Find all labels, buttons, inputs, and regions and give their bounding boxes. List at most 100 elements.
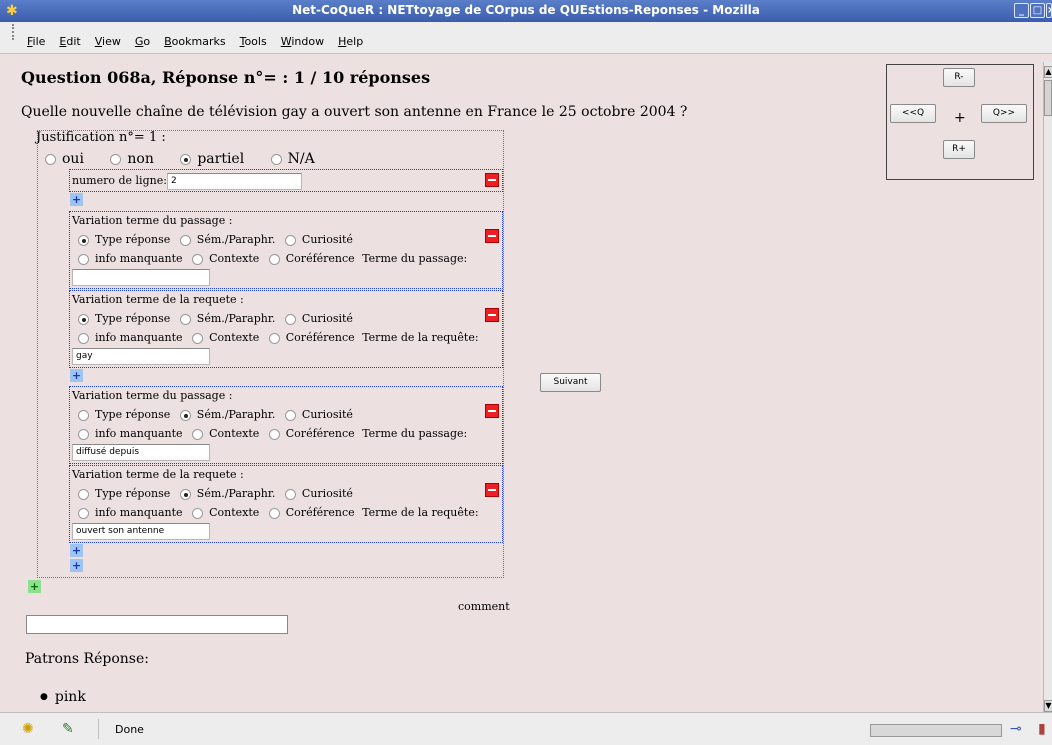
- add-variation-button[interactable]: +: [70, 369, 83, 382]
- radio-sem-paraphr[interactable]: [179, 409, 191, 421]
- menu-window[interactable]: Window: [281, 35, 324, 48]
- option-label: Curiosité: [301, 233, 353, 246]
- option-label: info manquante: [95, 506, 183, 519]
- option-label: Contexte: [209, 252, 260, 265]
- add-variation-button[interactable]: +: [70, 544, 83, 557]
- variation-header: Variation terme de la requete :: [72, 468, 244, 481]
- security-icon[interactable]: ▮: [1038, 721, 1046, 737]
- radio-curiosite[interactable]: [284, 234, 296, 246]
- radio-info-manquante[interactable]: [78, 332, 89, 344]
- radio-info-manquante[interactable]: [78, 253, 89, 265]
- radio-sem-paraphr[interactable]: [179, 313, 191, 325]
- radio-coreference[interactable]: [268, 428, 280, 440]
- option-label: info manquante: [95, 252, 183, 265]
- radio-sem-paraphr[interactable]: [179, 488, 191, 500]
- radio-contexte[interactable]: [192, 428, 204, 440]
- option-label: Coréférence: [285, 427, 355, 440]
- status-radio-group: oui non partiel N/A: [45, 151, 337, 167]
- radio-contexte[interactable]: [192, 253, 204, 265]
- radio-curiosite[interactable]: [284, 488, 296, 500]
- term-label: Terme de la requête:: [362, 331, 479, 344]
- radio-info-manquante[interactable]: [78, 507, 89, 519]
- menu-help[interactable]: Help: [338, 35, 363, 48]
- radio-sem-paraphr[interactable]: [179, 234, 191, 246]
- composer-icon[interactable]: ✎: [62, 721, 74, 737]
- radio-contexte[interactable]: [192, 332, 204, 344]
- radio-label-na: N/A: [287, 151, 315, 167]
- menu-bar: File Edit View Go Bookmarks Tools Window…: [0, 22, 1052, 54]
- remove-line-button[interactable]: [485, 173, 499, 187]
- option-label: Coréférence: [285, 506, 355, 519]
- toolbar-grip[interactable]: [12, 24, 16, 40]
- variation-options-row1: Type réponse Sém./Paraphr. Curiosité: [78, 233, 353, 246]
- option-label: Sém./Paraphr.: [196, 233, 276, 246]
- next-question-button[interactable]: Q>>: [981, 104, 1027, 123]
- close-button[interactable]: ×: [1046, 3, 1052, 18]
- prev-question-button[interactable]: <<Q: [890, 104, 936, 123]
- option-label: Sém./Paraphr.: [196, 312, 276, 325]
- online-icon[interactable]: ⊸: [1010, 721, 1022, 737]
- scroll-up-arrow[interactable]: ▲: [1044, 66, 1052, 78]
- radio-curiosite[interactable]: [284, 409, 296, 421]
- line-number-box: numero de ligne: 2: [69, 169, 503, 192]
- menu-list: File Edit View Go Bookmarks Tools Window…: [27, 35, 363, 48]
- menu-bookmarks[interactable]: Bookmarks: [164, 35, 225, 48]
- next-response-button[interactable]: R+: [943, 140, 975, 159]
- variation-header: Variation terme de la requete :: [72, 293, 244, 306]
- radio-coreference[interactable]: [268, 507, 280, 519]
- scroll-down-arrow[interactable]: ▼: [1044, 700, 1052, 712]
- radio-partiel[interactable]: [180, 153, 192, 165]
- add-variation-button[interactable]: +: [70, 193, 83, 206]
- term-input[interactable]: ouvert son antenne: [72, 523, 210, 540]
- title-bar: ✱ Net-CoQueR : NETtoyage de COrpus de QU…: [0, 0, 1052, 22]
- scroll-thumb[interactable]: [1044, 80, 1052, 116]
- radio-non[interactable]: [110, 153, 122, 165]
- radio-oui[interactable]: [45, 153, 56, 165]
- next-button[interactable]: Suivant: [540, 373, 601, 392]
- term-label: Terme de la requête:: [362, 506, 479, 519]
- remove-variation-button[interactable]: [485, 404, 499, 418]
- menu-view[interactable]: View: [95, 35, 121, 48]
- radio-type-reponse[interactable]: [78, 234, 89, 246]
- radio-type-reponse[interactable]: [78, 488, 89, 500]
- term-input[interactable]: diffusé depuis: [72, 444, 210, 461]
- page-content: Question 068a, Réponse n°= : 1 / 10 répo…: [0, 62, 1043, 712]
- option-label: Contexte: [209, 506, 260, 519]
- radio-type-reponse[interactable]: [78, 313, 89, 325]
- menu-go[interactable]: Go: [135, 35, 150, 48]
- radio-type-reponse[interactable]: [78, 409, 89, 421]
- term-input[interactable]: gay: [72, 348, 210, 365]
- option-label: Curiosité: [301, 487, 353, 500]
- menu-file[interactable]: File: [27, 35, 45, 48]
- add-justification-button[interactable]: +: [28, 580, 41, 593]
- maximize-button[interactable]: □: [1030, 3, 1045, 18]
- window-title: Net-CoQueR : NETtoyage de COrpus de QUEs…: [292, 3, 760, 17]
- term-input[interactable]: [72, 269, 210, 286]
- variation-options-row2: info manquante Contexte Coréférence Term…: [78, 506, 479, 519]
- option-label: info manquante: [95, 427, 183, 440]
- variation-header: Variation terme du passage :: [72, 389, 233, 402]
- radio-na[interactable]: [270, 153, 282, 165]
- radio-coreference[interactable]: [268, 332, 280, 344]
- remove-variation-button[interactable]: [485, 229, 499, 243]
- remove-variation-button[interactable]: [485, 483, 499, 497]
- option-label: Sém./Paraphr.: [196, 408, 276, 421]
- status-separator: [98, 719, 99, 739]
- menu-tools[interactable]: Tools: [240, 35, 267, 48]
- minimize-button[interactable]: _: [1014, 3, 1029, 18]
- radio-label-non: non: [127, 151, 154, 167]
- prev-response-button[interactable]: R-: [943, 68, 975, 87]
- variation-box: Variation terme du passage : Type répons…: [69, 386, 503, 464]
- radio-curiosite[interactable]: [284, 313, 296, 325]
- line-number-input[interactable]: 2: [167, 173, 302, 190]
- variation-options-row2: info manquante Contexte Coréférence Term…: [78, 331, 479, 344]
- add-line-button[interactable]: +: [70, 559, 83, 572]
- vertical-scrollbar[interactable]: ▲ ▼: [1043, 62, 1052, 712]
- radio-info-manquante[interactable]: [78, 428, 89, 440]
- remove-variation-button[interactable]: [485, 308, 499, 322]
- radio-contexte[interactable]: [192, 507, 204, 519]
- navigator-icon[interactable]: ✺: [22, 721, 34, 737]
- menu-edit[interactable]: Edit: [59, 35, 80, 48]
- radio-coreference[interactable]: [268, 253, 280, 265]
- comment-input[interactable]: [26, 615, 288, 634]
